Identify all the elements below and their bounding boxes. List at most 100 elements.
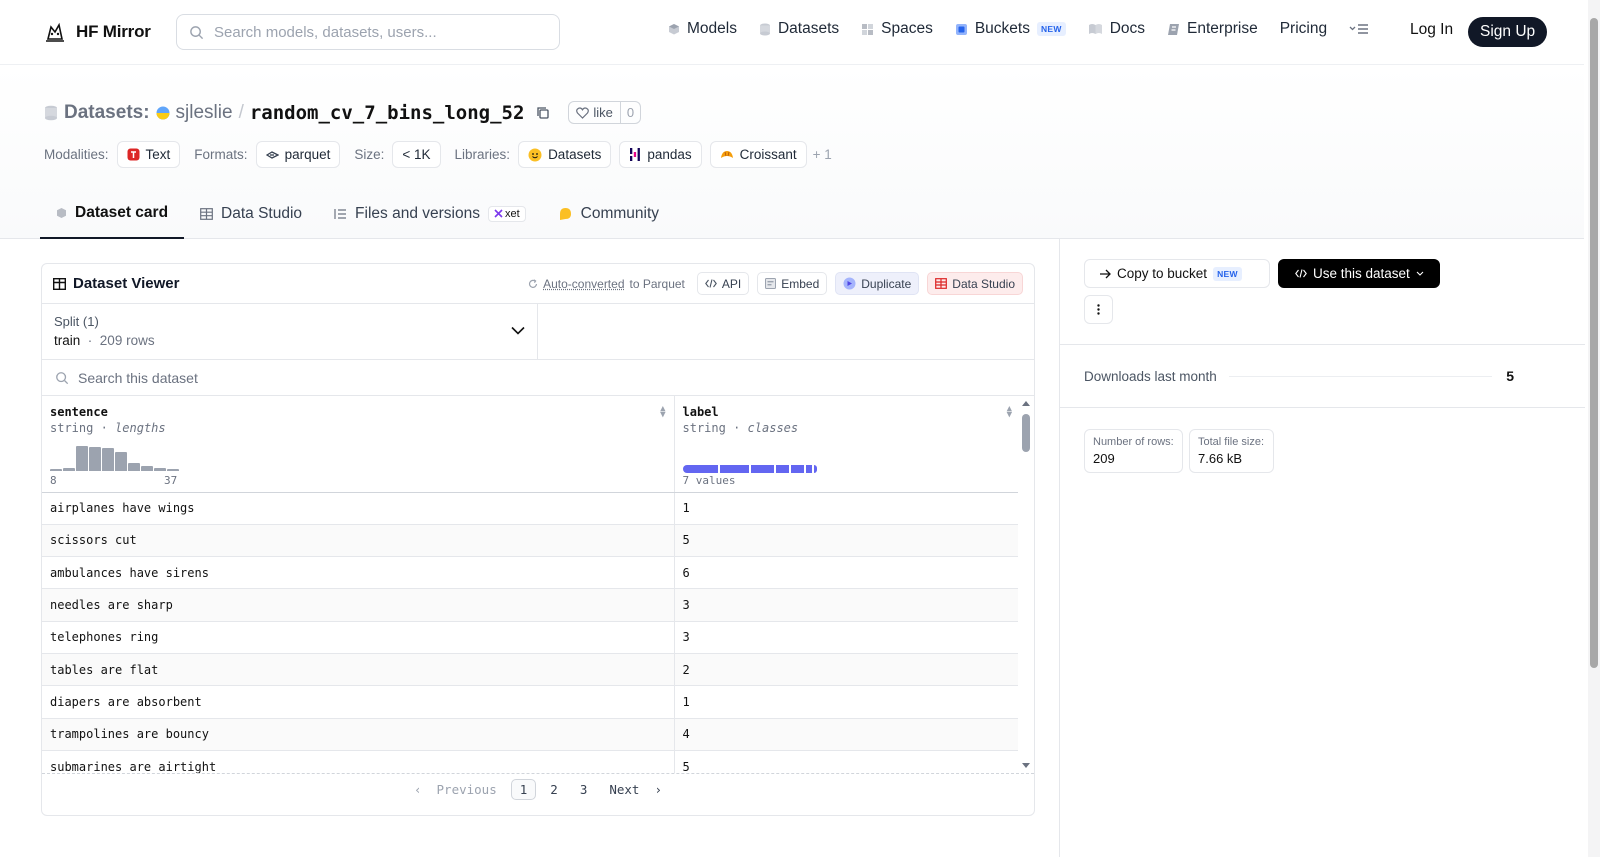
tab-data-studio[interactable]: Data Studio xyxy=(184,188,318,239)
class-segment[interactable] xyxy=(750,465,774,473)
cell-sentence[interactable]: airplanes have wings xyxy=(42,492,675,525)
cell-label[interactable]: 1 xyxy=(674,492,1020,525)
cell-label[interactable]: 3 xyxy=(674,621,1020,654)
class-segment[interactable] xyxy=(813,465,817,473)
class-segment[interactable] xyxy=(805,465,812,473)
cell-sentence[interactable]: trampolines are bouncy xyxy=(42,718,675,751)
histogram-bar[interactable] xyxy=(167,469,179,471)
login-link[interactable]: Log In xyxy=(1410,21,1453,39)
cell-label[interactable]: 5 xyxy=(674,524,1020,558)
more-menu-button[interactable] xyxy=(1349,23,1369,35)
class-count: 7 values xyxy=(682,474,736,487)
nav-pricing[interactable]: Pricing xyxy=(1280,20,1327,38)
cell-sentence[interactable]: telephones ring xyxy=(42,621,675,654)
embed-button[interactable]: Embed xyxy=(757,272,828,295)
page-button-3[interactable]: 3 xyxy=(572,780,596,799)
histogram-bar[interactable] xyxy=(102,448,114,471)
cell-label[interactable]: 4 xyxy=(674,718,1020,751)
more-libraries-link[interactable]: + 1 xyxy=(813,147,832,162)
signup-button[interactable]: Sign Up xyxy=(1468,17,1548,47)
cell-sentence[interactable]: diapers are absorbent xyxy=(42,685,675,719)
histogram-bar[interactable] xyxy=(115,452,127,471)
histogram-bar[interactable] xyxy=(63,468,75,471)
prev-page-button[interactable]: ‹ Previous xyxy=(406,780,505,799)
page-button-1[interactable]: 1 xyxy=(510,779,537,800)
table-row[interactable]: needles are sharp 3 xyxy=(42,588,1020,622)
cell-label[interactable]: 1 xyxy=(674,685,1020,719)
api-button[interactable]: API xyxy=(696,272,750,295)
column-header-label[interactable]: label string · classes ▲ ▼ 7 values xyxy=(674,396,1020,493)
cell-sentence[interactable]: tables are flat xyxy=(42,653,675,687)
nav-models[interactable]: Models xyxy=(668,20,737,38)
cell-sentence[interactable]: ambulances have sirens xyxy=(42,556,675,590)
histogram-bar[interactable] xyxy=(89,447,101,471)
use-dataset-button[interactable]: Use this dataset xyxy=(1278,259,1440,288)
table-row[interactable]: trampolines are bouncy 4 xyxy=(42,718,1020,751)
table-row[interactable]: telephones ring 3 xyxy=(42,621,1020,654)
library-chip-datasets[interactable]: Datasets xyxy=(518,141,612,168)
nav-datasets[interactable]: Datasets xyxy=(759,20,839,38)
table-row[interactable]: tables are flat 2 xyxy=(42,653,1020,687)
histogram-bar[interactable] xyxy=(141,466,153,471)
cell-label[interactable]: 3 xyxy=(674,588,1020,622)
split-select[interactable]: Split (1) train · 209 rows xyxy=(42,304,538,359)
class-segment[interactable] xyxy=(719,465,749,473)
table-row[interactable]: scissors cut 5 xyxy=(42,524,1020,558)
cell-label[interactable]: 2 xyxy=(674,653,1020,687)
global-search[interactable] xyxy=(176,14,560,50)
library-chip-pandas[interactable]: pandas xyxy=(619,141,702,168)
histogram-bar[interactable] xyxy=(50,469,62,471)
class-segment[interactable] xyxy=(775,465,789,473)
nav-spaces[interactable]: Spaces xyxy=(861,20,933,38)
scroll-up-arrow[interactable] xyxy=(1022,401,1030,406)
histogram-bar[interactable] xyxy=(128,463,140,471)
duplicate-button[interactable]: Duplicate xyxy=(835,272,920,295)
cell-sentence[interactable]: submarines are airtight xyxy=(42,750,675,773)
copy-to-bucket-button[interactable]: Copy to bucket NEW xyxy=(1084,259,1270,288)
table-row[interactable]: ambulances have sirens 6 xyxy=(42,556,1020,590)
table-row[interactable]: diapers are absorbent 1 xyxy=(42,685,1020,719)
data-studio-button[interactable]: Data Studio xyxy=(927,272,1023,295)
dataset-search-input[interactable] xyxy=(78,369,678,386)
size-chip[interactable]: < 1K xyxy=(392,141,441,168)
cell-sentence[interactable]: needles are sharp xyxy=(42,588,675,622)
sort-icon[interactable]: ▲ ▼ xyxy=(1007,405,1012,420)
copy-icon[interactable] xyxy=(536,106,550,120)
histogram-bar[interactable] xyxy=(76,446,88,471)
table-row[interactable]: submarines are airtight 5 xyxy=(42,750,1020,773)
page-scrollbar[interactable] xyxy=(1588,0,1600,857)
brand-logo[interactable]: HF Mirror xyxy=(42,19,151,45)
column-header-sentence[interactable]: sentence string · lengths ▲ ▼ 8 37 xyxy=(42,396,675,493)
tab-community[interactable]: Community xyxy=(542,188,675,239)
page-scrollbar-thumb[interactable] xyxy=(1590,18,1598,668)
format-chip-parquet[interactable]: parquet xyxy=(255,141,341,168)
global-search-input[interactable] xyxy=(214,23,534,41)
auto-converted-link[interactable]: Auto-converted xyxy=(543,277,624,291)
scroll-down-arrow[interactable] xyxy=(1022,763,1030,768)
page-button-2[interactable]: 2 xyxy=(542,780,566,799)
dataset-search[interactable] xyxy=(42,360,1034,396)
class-segment[interactable] xyxy=(682,465,718,473)
split-name: train xyxy=(54,333,81,348)
like-button[interactable]: like 0 xyxy=(568,101,642,124)
histogram-bar[interactable] xyxy=(154,468,166,471)
dataset-owner-link[interactable]: sjleslie xyxy=(176,102,233,124)
next-page-button[interactable]: Next › xyxy=(601,780,670,799)
cell-label[interactable]: 6 xyxy=(674,556,1020,590)
table-scrollbar[interactable] xyxy=(1018,396,1034,773)
class-segment[interactable] xyxy=(790,465,804,473)
nav-docs[interactable]: Docs xyxy=(1088,20,1145,38)
library-chip-croissant[interactable]: Croissant xyxy=(709,141,807,168)
tab-dataset-card[interactable]: Dataset card xyxy=(40,188,185,239)
path-separator: / xyxy=(238,101,244,123)
cell-sentence[interactable]: scissors cut xyxy=(42,524,675,558)
nav-buckets[interactable]: Buckets NEW xyxy=(955,20,1066,38)
scrollbar-thumb[interactable] xyxy=(1022,414,1030,452)
table-row[interactable]: airplanes have wings 1 xyxy=(42,492,1020,525)
cell-label[interactable]: 5 xyxy=(674,750,1020,773)
nav-enterprise[interactable]: Enterprise xyxy=(1167,20,1258,38)
modality-chip-text[interactable]: Text xyxy=(116,141,181,168)
tab-files-and-versions[interactable]: Files and versions xet xyxy=(318,188,542,239)
more-options-button[interactable] xyxy=(1084,295,1113,324)
sort-icon[interactable]: ▲ ▼ xyxy=(660,405,665,420)
